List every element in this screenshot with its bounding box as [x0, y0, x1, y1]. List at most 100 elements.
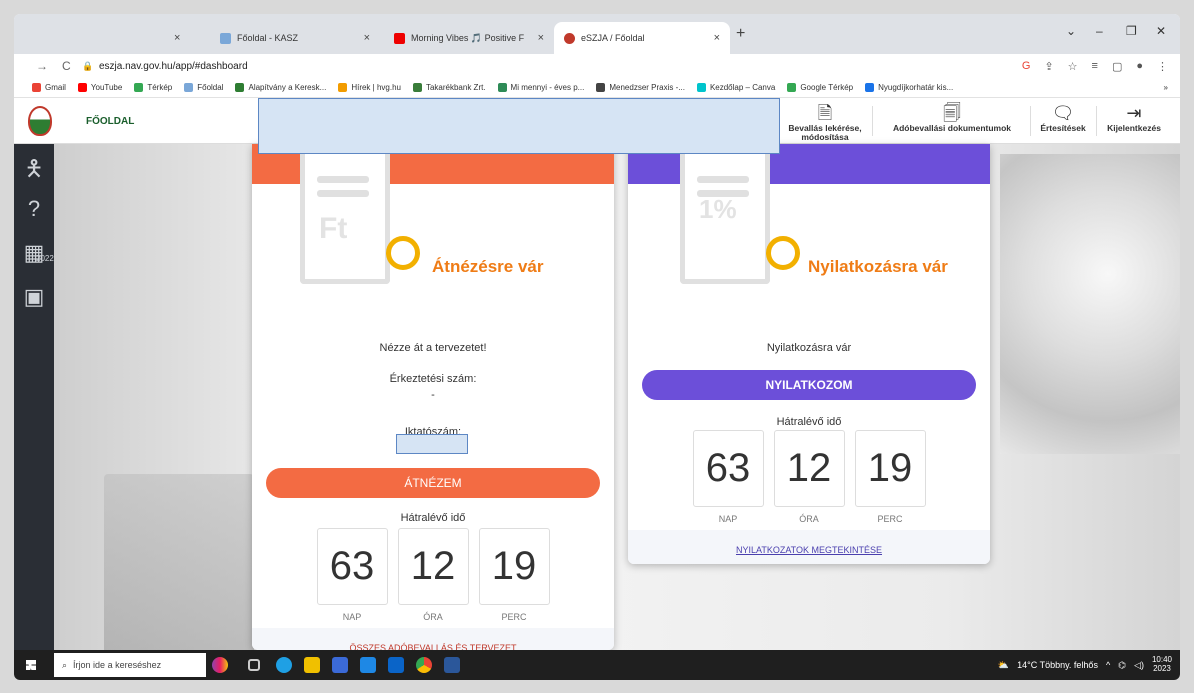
- outlook-icon[interactable]: [388, 657, 404, 673]
- bookmark-favicon-icon: [184, 83, 194, 92]
- tab-search-icon[interactable]: ⌄: [1066, 24, 1076, 38]
- all-returns-link[interactable]: ÖSSZES ADÓBEVALLÁS ÉS TERVEZET: [252, 628, 614, 650]
- file-explorer-icon[interactable]: [304, 657, 320, 673]
- tab-partial[interactable]: ×: [164, 22, 204, 54]
- bookmark-label: Gmail: [45, 83, 66, 92]
- bookmark-item[interactable]: Menedzser Praxis -...: [596, 83, 685, 92]
- bookmark-favicon-icon: [696, 83, 706, 92]
- document-symbol: Ft: [319, 212, 348, 245]
- nav-adobevallasi-dokumentumok[interactable]: 🗐 Adóbevallási dokumentumok: [876, 102, 1028, 133]
- address-bar: → C 🔒 eszja.nav.gov.hu/app/#dashboard G …: [14, 54, 1180, 78]
- accessibility-icon[interactable]: 🯅: [14, 152, 54, 190]
- divider: [1096, 106, 1097, 136]
- volume-icon[interactable]: ◁): [1134, 660, 1144, 671]
- profile-icon[interactable]: ●: [1136, 60, 1143, 73]
- store-icon[interactable]: [332, 657, 348, 673]
- bookmark-item[interactable]: Mi mennyi - éves p...: [497, 83, 584, 92]
- bookmark-item[interactable]: Kezdőlap – Canva: [696, 83, 776, 92]
- close-icon[interactable]: ×: [364, 32, 370, 44]
- review-button[interactable]: ÁTNÉZEM: [266, 468, 600, 498]
- logout-icon: ⇥: [1126, 103, 1142, 123]
- nav-ertesitesek[interactable]: 🗨 Értesítések: [1032, 102, 1094, 133]
- bookmark-item[interactable]: Alapítvány a Keresk...: [235, 83, 326, 92]
- bookmark-item[interactable]: Takarékbank Zrt.: [412, 83, 486, 92]
- arrival-number-value: -: [431, 389, 435, 401]
- screen: × Főoldal - KASZ × Morning Vibes 🎵 Posit…: [14, 14, 1180, 680]
- clock[interactable]: 10:40 2023: [1152, 655, 1172, 674]
- network-icon[interactable]: ⌬: [1118, 660, 1126, 671]
- lock-icon[interactable]: 🔒: [82, 61, 93, 72]
- bookmark-label: Kezdőlap – Canva: [709, 83, 776, 92]
- close-icon[interactable]: ×: [538, 32, 544, 44]
- bookmark-item[interactable]: Nyugdíjkorhatár kis...: [865, 83, 953, 92]
- nav-bevallas-lekerese[interactable]: 🗎 Bevallás lekérése, módosítása: [782, 102, 868, 142]
- browser-tab-strip: × Főoldal - KASZ × Morning Vibes 🎵 Posit…: [14, 14, 1180, 54]
- windows-start-icon[interactable]: [26, 660, 36, 670]
- close-icon[interactable]: ×: [174, 32, 180, 44]
- star-icon[interactable]: ☆: [1068, 60, 1078, 73]
- bookmark-item[interactable]: Gmail: [32, 83, 66, 92]
- tab-kasz[interactable]: Főoldal - KASZ ×: [210, 22, 380, 54]
- taskbar-search-input[interactable]: ⌕ Írjon ide a kereséshez: [54, 653, 206, 677]
- bookmark-item[interactable]: Hírek | hvg.hu: [338, 83, 401, 92]
- bookmarks-overflow-icon[interactable]: »: [1164, 83, 1168, 92]
- bookmarks-bar: Gmail YouTube Térkép Főoldal Alapítvány a Ke…: [14, 78, 1180, 98]
- close-window-icon[interactable]: ✕: [1156, 24, 1166, 38]
- tray-chevron-icon[interactable]: ^: [1106, 660, 1110, 670]
- system-tray: ⛅ 14°C Többny. felhős ^ ⌬ ◁) 10:40 2023: [998, 650, 1172, 680]
- countdown-days: 63: [692, 430, 764, 507]
- bookmark-favicon-icon: [32, 83, 41, 92]
- new-tab-icon[interactable]: +: [736, 25, 745, 43]
- countdown-units: NAP ÓRA PERC: [252, 612, 614, 622]
- message-icon: 🗨: [1051, 103, 1075, 123]
- minimize-icon[interactable]: –: [1096, 24, 1103, 38]
- clock-date: 2023: [1153, 664, 1171, 673]
- bookmark-favicon-icon: [134, 83, 144, 92]
- document-symbol: 1%: [699, 194, 737, 224]
- url-field[interactable]: eszja.nav.gov.hu/app/#dashboard: [99, 61, 248, 72]
- bookmark-favicon-icon: [596, 83, 606, 92]
- close-icon[interactable]: ×: [714, 32, 720, 44]
- arrival-number-label: Érkeztetési szám:: [389, 373, 477, 385]
- status-title: Nyilatkozásra vár: [808, 257, 948, 276]
- weather-icon[interactable]: ⛅: [998, 660, 1009, 671]
- bookmark-item[interactable]: Google Térkép: [787, 83, 853, 92]
- word-icon[interactable]: [444, 657, 460, 673]
- google-icon[interactable]: G: [1022, 60, 1031, 73]
- menu-icon[interactable]: ⋮: [1157, 60, 1168, 73]
- bookmark-favicon-icon: [412, 83, 422, 92]
- nav-favicon-icon: [564, 32, 575, 44]
- calendar-year-icon[interactable]: ▦ 2022: [14, 240, 54, 266]
- weather-text[interactable]: 14°C Többny. felhős: [1017, 660, 1098, 670]
- countdown-minutes: 19: [478, 528, 550, 605]
- documents-icon: 🗐: [943, 103, 961, 123]
- chrome-icon[interactable]: [416, 657, 432, 673]
- view-declarations-link[interactable]: NYILATKOZATOK MEGTEKINTÉSE: [628, 530, 990, 564]
- tab-youtube[interactable]: Morning Vibes 🎵 Positive F ×: [384, 22, 554, 54]
- reload-icon[interactable]: C: [62, 59, 71, 73]
- side-panel-icon[interactable]: ▢: [1112, 60, 1122, 73]
- tab-eszja[interactable]: eSZJA / Főoldal ×: [554, 22, 730, 54]
- bookmark-item[interactable]: YouTube: [77, 83, 122, 92]
- forward-icon[interactable]: →: [36, 59, 48, 73]
- bookmark-favicon-icon: [497, 83, 507, 92]
- divider: [1030, 106, 1031, 136]
- home-link[interactable]: FŐOLDAL: [86, 116, 134, 127]
- book-icon[interactable]: ▣: [14, 284, 54, 310]
- restore-icon[interactable]: ❐: [1126, 24, 1137, 38]
- reading-list-icon[interactable]: ≡: [1092, 60, 1098, 73]
- bookmark-item[interactable]: Térkép: [134, 83, 172, 92]
- help-icon[interactable]: ?: [14, 196, 54, 222]
- task-view-icon[interactable]: [248, 659, 260, 671]
- declare-button[interactable]: NYILATKOZOM: [642, 370, 976, 400]
- document-line: [697, 176, 749, 183]
- flowers-widget-icon[interactable]: [212, 657, 228, 673]
- nav-kijelentkezes[interactable]: ⇥ Kijelentkezés: [1098, 102, 1170, 133]
- share-icon[interactable]: ⇪: [1044, 60, 1053, 73]
- bookmark-label: Nyugdíjkorhatár kis...: [878, 83, 954, 92]
- bookmark-item[interactable]: Főoldal: [184, 83, 223, 92]
- edge-icon[interactable]: [276, 657, 292, 673]
- nav-label: Adóbevallási dokumentumok: [892, 123, 1012, 133]
- tab-label: eSZJA / Főoldal: [581, 33, 645, 43]
- mail-icon[interactable]: [360, 657, 376, 673]
